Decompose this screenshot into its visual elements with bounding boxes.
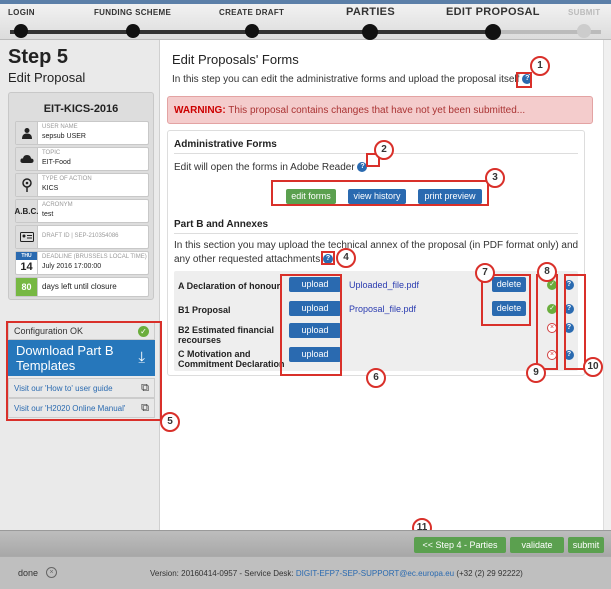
wizard-step-login[interactable]: LOGIN <box>8 8 35 38</box>
days-left-count: 80 <box>16 278 38 296</box>
help-icon[interactable]: ? <box>322 254 333 265</box>
callout-number: 2 <box>374 140 394 160</box>
step-title: Step 5 <box>8 46 69 68</box>
forms-panel: Administrative Forms Edit will open the … <box>167 130 585 376</box>
user-icon <box>16 122 38 144</box>
help-icon[interactable]: ? <box>564 304 574 314</box>
view-history-button[interactable]: view history <box>348 189 406 204</box>
print-preview-button[interactable]: print preview <box>418 189 482 204</box>
admin-forms-text: Edit will open the forms in Adobe Reader… <box>174 161 368 175</box>
callout-number: 3 <box>485 168 505 188</box>
help-icon[interactable]: ? <box>522 74 533 85</box>
close-icon[interactable]: × <box>46 567 57 578</box>
action-bar: << Step 4 - Parties validate submit <box>0 530 611 556</box>
wizard-step-funding-scheme[interactable]: FUNDING SCHEME <box>94 8 171 38</box>
proposal-card: EIT-KICS-2016 USER NAME sepsub USER TOPI… <box>8 92 154 300</box>
info-days-left: 80 days left until closure <box>15 277 149 297</box>
status-error-icon: × <box>547 350 557 360</box>
external-link-icon: ⧉ <box>141 402 149 414</box>
info-draft-id: DRAFT ID | SEP-210354086 <box>15 225 149 249</box>
upload-button[interactable]: upload <box>289 323 341 338</box>
sidebar: Step 5 Edit Proposal EIT-KICS-2016 USER … <box>0 40 160 530</box>
external-link-icon: ⧉ <box>141 382 149 394</box>
delete-button[interactable]: delete <box>492 301 526 316</box>
attachments-table: A Declaration of honour upload Uploaded_… <box>174 271 578 371</box>
callout-number: 1 <box>530 56 550 76</box>
delete-button[interactable]: delete <box>492 277 526 292</box>
wizard-step-edit-proposal[interactable]: EDIT PROPOSAL <box>446 6 540 40</box>
check-icon: ✓ <box>138 326 149 337</box>
online-manual-link[interactable]: Visit our 'H2020 Online Manual' ⧉ <box>8 398 155 418</box>
info-user-name: USER NAME sepsub USER <box>15 121 149 145</box>
partb-title: Part B and Annexes <box>174 219 269 230</box>
wizard-step-dot <box>577 24 592 38</box>
admin-forms-title: Administrative Forms <box>174 139 277 150</box>
config-status: Configuration OK ✓ <box>8 322 155 340</box>
cloud-icon <box>16 148 38 170</box>
step-subtitle: Edit Proposal <box>8 70 86 85</box>
status-error-icon: × <box>547 323 557 333</box>
help-icon[interactable]: ? <box>357 162 368 173</box>
callout-number: 9 <box>526 363 546 383</box>
wizard-step-parties[interactable]: PARTIES <box>346 6 395 40</box>
acronym-icon: A.B.C. <box>15 200 39 222</box>
partb-text-line2: any other requested attachments ? <box>174 253 333 267</box>
callout-number: 8 <box>537 262 557 282</box>
info-acronym: A.B.C. ACRONYM test <box>15 199 149 223</box>
upload-button[interactable]: upload <box>289 277 341 292</box>
divider <box>174 233 578 234</box>
table-row: A Declaration of honour upload Uploaded_… <box>174 275 578 299</box>
callout-number: 7 <box>475 263 495 283</box>
callout-number: 6 <box>366 368 386 388</box>
proposal-id: EIT-KICS-2016 <box>43 103 119 115</box>
wizard-step-dot <box>244 24 259 38</box>
info-deadline: THU 14 DEADLINE (Brussels Local Time) Ju… <box>15 251 149 275</box>
help-icon[interactable]: ? <box>564 350 574 360</box>
download-templates-button[interactable]: Download Part B Templates ⤓ <box>8 340 155 376</box>
wizard-step-dot <box>14 24 29 38</box>
partb-text-line1: In this section you may upload the techn… <box>174 240 579 251</box>
action-type-icon <box>16 174 38 196</box>
id-card-icon <box>16 226 38 248</box>
config-panel: Configuration OK ✓ Download Part B Templ… <box>8 322 155 420</box>
submit-button[interactable]: submit <box>568 537 604 553</box>
wizard-step-dot <box>362 24 379 40</box>
help-icon[interactable]: ? <box>564 280 574 290</box>
intro-text: In this step you can edit the administra… <box>172 74 533 85</box>
wizard-step-dot <box>125 24 140 38</box>
uploaded-file-link[interactable]: Uploaded_file.pdf <box>349 280 419 290</box>
status-ok-icon: ✓ <box>547 304 557 314</box>
back-step4-button[interactable]: << Step 4 - Parties <box>414 537 506 553</box>
upload-button[interactable]: upload <box>289 301 341 316</box>
done-label: done <box>18 568 39 578</box>
wizard-bar: LOGIN FUNDING SCHEME CREATE DRAFT PARTIE… <box>0 0 611 40</box>
uploaded-file-link[interactable]: Proposal_file.pdf <box>349 304 416 314</box>
top-accent-bar <box>0 0 611 4</box>
callout-number: 10 <box>583 357 603 377</box>
calendar-icon: THU 14 <box>16 252 38 274</box>
version-info: Version: 20160414-0957 - Service Desk: D… <box>150 569 523 578</box>
warning-banner: WARNING: This proposal contains changes … <box>167 96 593 124</box>
main-content: Edit Proposals' Forms In this step you c… <box>161 40 603 530</box>
download-icon: ⤓ <box>138 349 145 366</box>
callout-number: 5 <box>160 412 180 432</box>
wizard-step-submit: SUBMIT <box>568 8 600 38</box>
edit-forms-button[interactable]: edit forms <box>286 189 336 204</box>
page-title: Edit Proposals' Forms <box>172 52 299 67</box>
upload-button[interactable]: upload <box>289 347 341 362</box>
validate-button[interactable]: validate <box>510 537 564 553</box>
help-icon[interactable]: ? <box>564 323 574 333</box>
footer: done × Version: 20160414-0957 - Service … <box>0 556 611 589</box>
scrollbar[interactable] <box>603 40 611 530</box>
service-desk-email-link[interactable]: DIGIT-EFP7-SEP-SUPPORT@ec.europa.eu <box>296 569 454 578</box>
table-row: B1 Proposal upload Proposal_file.pdf del… <box>174 299 578 323</box>
info-type-of-action: TYPE OF ACTION KICS <box>15 173 149 197</box>
how-to-guide-link[interactable]: Visit our 'How to' user guide ⧉ <box>8 378 155 398</box>
callout-number: 4 <box>336 248 356 268</box>
wizard-step-dot <box>484 24 501 40</box>
wizard-step-create-draft[interactable]: CREATE DRAFT <box>219 8 284 38</box>
info-topic: TOPIC EIT-Food <box>15 147 149 171</box>
table-row: B2 Estimated financial recourses upload … <box>174 323 578 347</box>
